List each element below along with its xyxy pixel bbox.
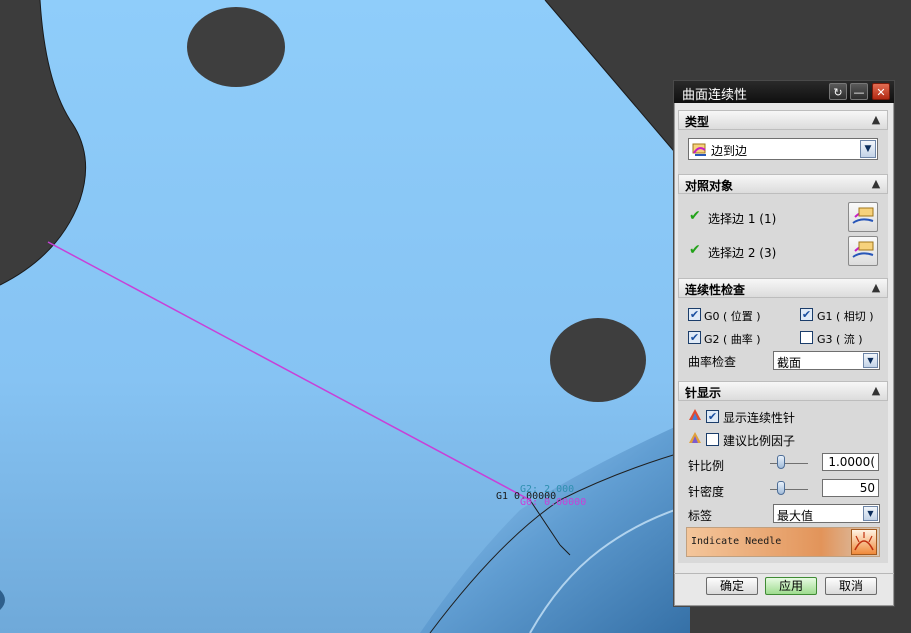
indicate-needle-label: Indicate Needle [691, 536, 782, 547]
annotation-g0: G0: 0.00000 [520, 497, 587, 508]
section-compare-label: 对照对象 [685, 179, 734, 193]
section-needle-label: 针显示 [685, 386, 722, 400]
hole-middle [550, 318, 646, 402]
select-edge-2-button[interactable] [848, 236, 878, 266]
needle-scale-slider[interactable] [770, 455, 808, 471]
g1-checkbox[interactable]: ✔ [800, 308, 813, 321]
chevron-up-icon[interactable]: ▲ [868, 176, 884, 192]
ok-button[interactable]: 确定 [706, 577, 758, 595]
apply-button[interactable]: 应用 [765, 577, 817, 595]
needle-density-input[interactable]: 50 [822, 479, 879, 497]
needle-scale-label: 针比例 [688, 459, 725, 473]
minimize-button[interactable]: — [850, 83, 868, 100]
show-needle-checkbox[interactable]: ✔ [706, 410, 719, 423]
chevron-down-icon[interactable]: ▼ [863, 506, 878, 521]
suggest-scale-checkbox[interactable] [706, 433, 719, 446]
needle-fan-icon [854, 532, 874, 551]
slider-thumb[interactable] [777, 455, 785, 469]
curvature-check-value: 截面 [777, 356, 802, 370]
select-edge-1-button[interactable] [848, 202, 878, 232]
select-edge-2-label[interactable]: 选择边 2 (3) [708, 244, 776, 261]
curvature-check-select[interactable]: 截面 ▼ [773, 351, 880, 370]
dialog-title: 曲面连续性 [682, 88, 748, 103]
type-select[interactable]: 边到边 ▼ [688, 138, 878, 160]
close-button[interactable]: ✕ [872, 83, 890, 100]
g2-checkbox[interactable]: ✔ [688, 331, 701, 344]
surface-continuity-dialog: 曲面连续性 ↻ — ✕ 类型 ▲ 边到边 ▼ 对照对象 ▲ ✔ 选择边 1 (1… [673, 80, 895, 607]
needle-display-icon [689, 409, 701, 420]
section-compare-body: ✔ 选择边 1 (1) ✔ 选择边 2 (3) [678, 194, 888, 278]
chevron-down-icon[interactable]: ▼ [860, 140, 876, 158]
g0-checkbox[interactable]: ✔ [688, 308, 701, 321]
suggest-scale-label: 建议比例因子 [723, 434, 796, 448]
section-needle-header[interactable]: 针显示 ▲ [678, 381, 888, 401]
chevron-up-icon[interactable]: ▲ [868, 280, 884, 296]
g0-label: G0 ( 位置 ) [704, 310, 761, 323]
indicate-needle-button[interactable] [851, 529, 877, 555]
needle-density-slider[interactable] [770, 481, 808, 497]
section-continuity-header[interactable]: 连续性检查 ▲ [678, 278, 888, 298]
select-edge-icon [852, 207, 874, 224]
section-type-label: 类型 [685, 115, 710, 129]
check-icon: ✔ [689, 208, 701, 224]
g3-checkbox[interactable] [800, 331, 813, 344]
show-needle-label: 显示连续性针 [723, 411, 796, 425]
tag-select[interactable]: 最大值 ▼ [773, 504, 880, 523]
section-continuity-body: ✔ G0 ( 位置 ) ✔ G1 ( 相切 ) ✔ G2 ( 曲率 ) G3 (… [678, 298, 888, 381]
dialog-button-row: 确定 应用 取消 [674, 573, 894, 596]
type-select-value: 边到边 [711, 144, 748, 158]
section-type-header[interactable]: 类型 ▲ [678, 110, 888, 130]
g3-label: G3 ( 流 ) [817, 333, 863, 346]
indicate-needle-bar: Indicate Needle [686, 527, 880, 557]
section-needle-body: ✔ 显示连续性针 建议比例因子 针比例 1.0000( 针密度 50 标签 最大… [678, 401, 888, 563]
chevron-up-icon[interactable]: ▲ [868, 112, 884, 128]
edge-to-edge-icon [692, 143, 706, 156]
g2-label: G2 ( 曲率 ) [704, 333, 761, 346]
needle-density-label: 针密度 [688, 485, 725, 499]
slider-thumb[interactable] [777, 481, 785, 495]
check-icon: ✔ [689, 242, 701, 258]
tag-value: 最大值 [777, 509, 814, 523]
chevron-up-icon[interactable]: ▲ [868, 383, 884, 399]
tag-label: 标签 [688, 509, 713, 523]
section-type-body: 边到边 ▼ [678, 130, 888, 174]
needle-scale-input[interactable]: 1.0000( [822, 453, 879, 471]
cancel-button[interactable]: 取消 [825, 577, 877, 595]
hole-top [187, 7, 285, 87]
g1-label: G1 ( 相切 ) [817, 310, 874, 323]
curvature-check-label: 曲率检查 [688, 355, 737, 369]
scale-factor-icon [689, 432, 701, 443]
dialog-titlebar[interactable]: 曲面连续性 ↻ — ✕ [674, 81, 894, 103]
select-edge-icon [852, 241, 874, 258]
chevron-down-icon[interactable]: ▼ [863, 353, 878, 368]
select-edge-1-label[interactable]: 选择边 1 (1) [708, 210, 776, 227]
section-compare-header[interactable]: 对照对象 ▲ [678, 174, 888, 194]
section-continuity-label: 连续性检查 [685, 283, 746, 297]
reset-button[interactable]: ↻ [829, 83, 847, 100]
